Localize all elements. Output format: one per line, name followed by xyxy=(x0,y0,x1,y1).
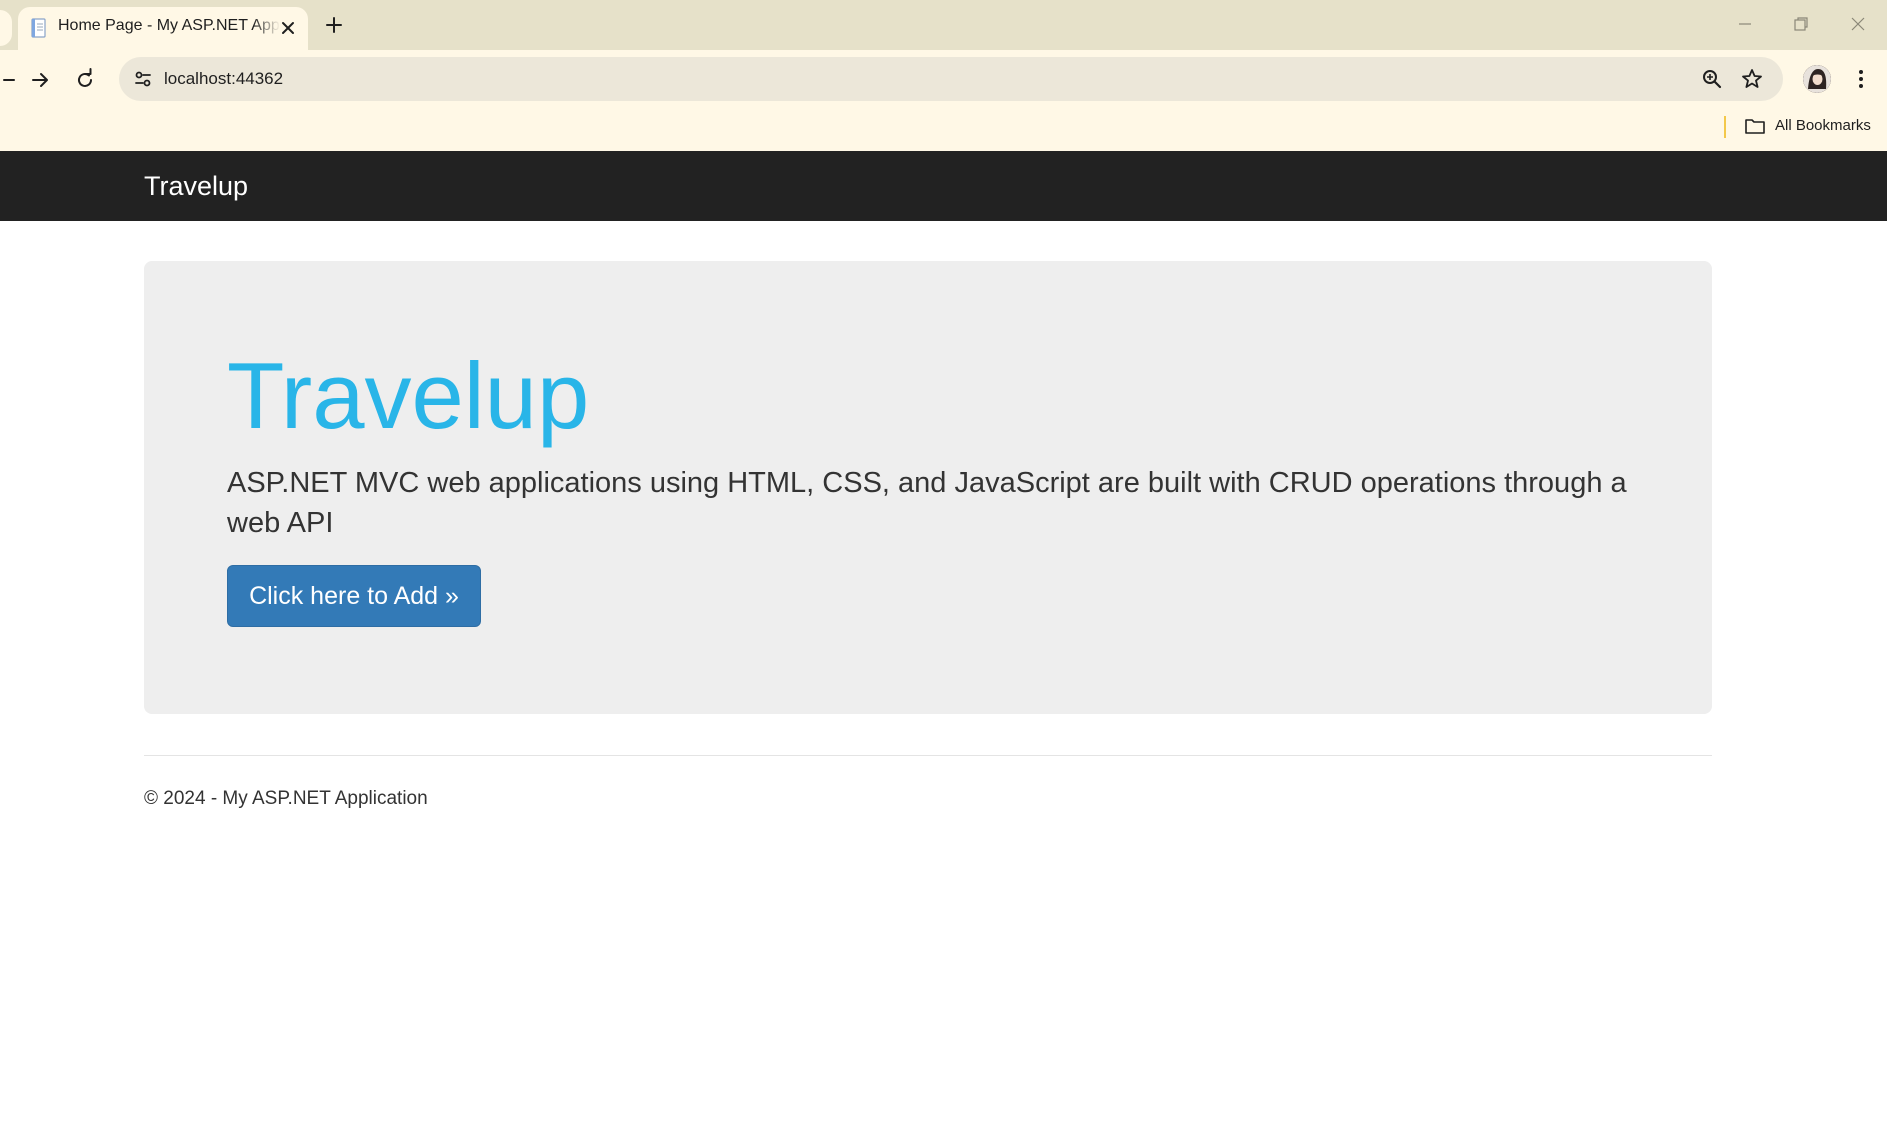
url-text[interactable]: localhost:44362 xyxy=(164,69,283,89)
jumbotron: Travelup ASP.NET MVC web applications us… xyxy=(144,261,1712,714)
jumbotron-lead: ASP.NET MVC web applications using HTML,… xyxy=(227,467,1627,539)
bookmarks-bar: All Bookmarks xyxy=(0,110,1887,151)
zoom-icon[interactable] xyxy=(1700,67,1724,91)
forward-icon[interactable] xyxy=(26,66,54,94)
all-bookmarks-link[interactable]: All Bookmarks xyxy=(1775,117,1871,134)
active-tab[interactable]: Home Page - My ASP.NET Application xyxy=(18,7,308,50)
browser-tabstrip: Home Page - My ASP.NET Application xyxy=(0,0,1887,50)
restore-icon[interactable] xyxy=(1789,12,1813,36)
window-close-icon[interactable] xyxy=(1846,12,1870,36)
site-navbar: Travelup xyxy=(0,151,1887,221)
browser-toolbar: localhost:44362 xyxy=(0,50,1887,110)
folder-icon[interactable] xyxy=(1744,116,1766,136)
bookmarks-separator xyxy=(1724,116,1726,138)
close-icon[interactable] xyxy=(278,18,298,38)
jumbotron-title: Travelup xyxy=(227,343,590,448)
previous-tab-edge[interactable] xyxy=(0,10,12,46)
footer-divider xyxy=(144,755,1712,756)
address-bar[interactable]: localhost:44362 xyxy=(119,57,1783,101)
site-settings-icon[interactable] xyxy=(131,67,155,91)
footer-copyright: © 2024 - My ASP.NET Application xyxy=(144,788,428,809)
navbar-brand[interactable]: Travelup xyxy=(144,171,248,202)
plus-icon[interactable] xyxy=(322,13,346,37)
document-icon xyxy=(31,18,46,38)
minimize-icon[interactable] xyxy=(1733,12,1757,36)
star-icon[interactable] xyxy=(1740,67,1764,91)
avatar-icon xyxy=(1803,65,1831,93)
tab-title: Home Page - My ASP.NET Application xyxy=(58,17,280,34)
back-icon[interactable] xyxy=(0,66,20,94)
reload-icon[interactable] xyxy=(71,66,99,94)
add-button[interactable]: Click here to Add » xyxy=(227,565,481,627)
more-vert-icon[interactable] xyxy=(1849,65,1873,93)
profile-avatar[interactable] xyxy=(1803,65,1831,93)
